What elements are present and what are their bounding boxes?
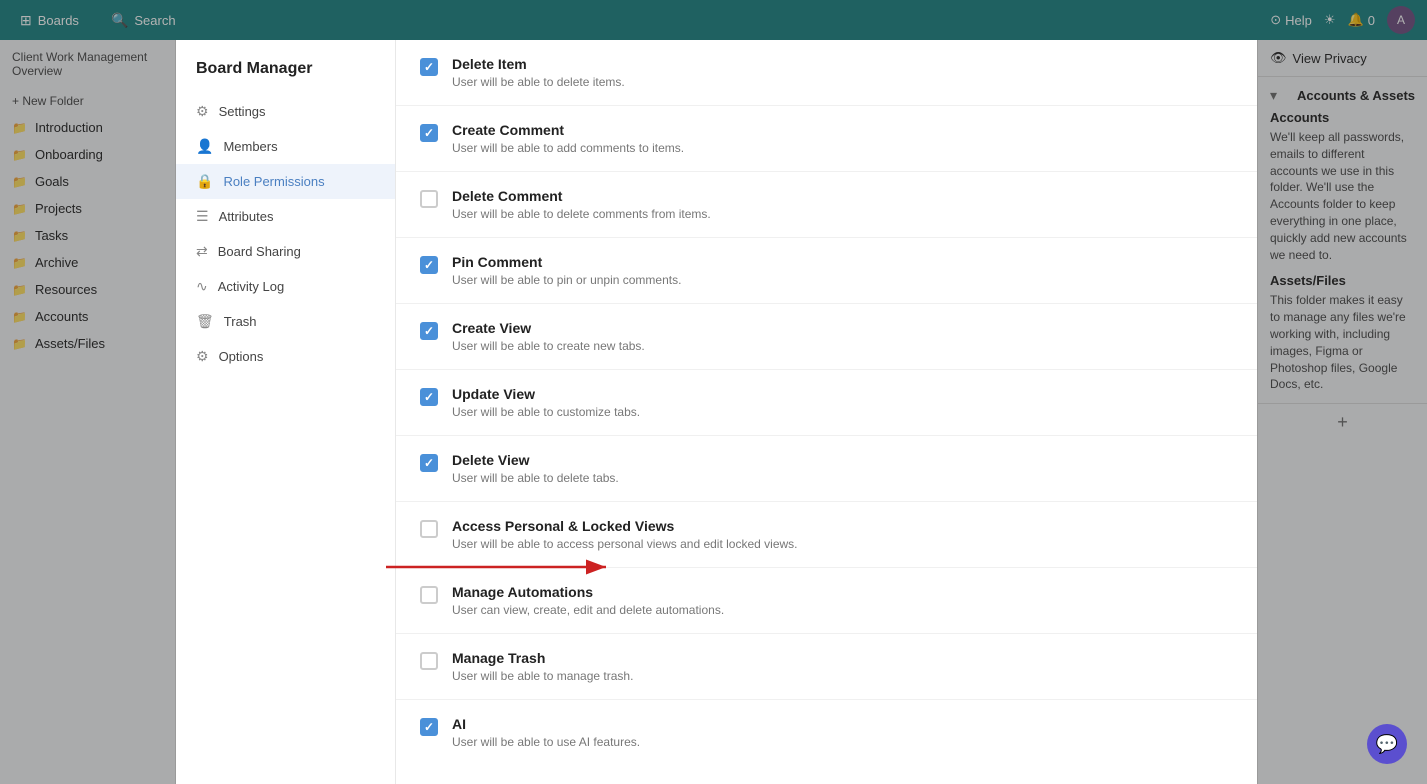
perm-info-7: Access Personal & Locked Views User will… bbox=[452, 518, 1233, 551]
perm-title-10: AI bbox=[452, 716, 1233, 732]
bm-menu-item-role-permissions[interactable]: 🔒 Role Permissions bbox=[176, 164, 395, 199]
perm-checkbox-6[interactable] bbox=[420, 454, 438, 472]
perm-title-0: Delete Item bbox=[452, 56, 1233, 72]
perm-title-1: Create Comment bbox=[452, 122, 1233, 138]
permission-row-6: Delete View User will be able to delete … bbox=[396, 436, 1257, 502]
options-icon: ⚙ bbox=[196, 348, 209, 365]
perm-info-3: Pin Comment User will be able to pin or … bbox=[452, 254, 1233, 287]
perm-checkbox-0[interactable] bbox=[420, 58, 438, 76]
perm-desc-1: User will be able to add comments to ite… bbox=[452, 141, 1233, 155]
bm-menu-label: Activity Log bbox=[218, 279, 284, 294]
chat-button[interactable]: 💬 bbox=[1367, 724, 1407, 764]
perm-desc-9: User will be able to manage trash. bbox=[452, 669, 1233, 683]
perm-desc-8: User can view, create, edit and delete a… bbox=[452, 603, 1233, 617]
board-manager-menu: ⚙ Settings 👤 Members 🔒 Role Permissions … bbox=[176, 94, 395, 374]
perm-title-8: Manage Automations bbox=[452, 584, 1233, 600]
perm-info-5: Update View User will be able to customi… bbox=[452, 386, 1233, 419]
perm-title-5: Update View bbox=[452, 386, 1233, 402]
perm-desc-3: User will be able to pin or unpin commen… bbox=[452, 273, 1233, 287]
perm-checkbox-7[interactable] bbox=[420, 520, 438, 538]
perm-checkbox-1[interactable] bbox=[420, 124, 438, 142]
bm-menu-item-board-sharing[interactable]: ⇄ Board Sharing bbox=[176, 234, 395, 269]
bm-menu-item-trash[interactable]: 🗑 Trash bbox=[176, 304, 395, 339]
bm-menu-label: Role Permissions bbox=[223, 174, 324, 189]
bm-menu-item-attributes[interactable]: ☰ Attributes bbox=[176, 199, 395, 234]
permission-row-5: Update View User will be able to customi… bbox=[396, 370, 1257, 436]
perm-checkbox-3[interactable] bbox=[420, 256, 438, 274]
perm-checkbox-10[interactable] bbox=[420, 718, 438, 736]
activity-log-icon: ∿ bbox=[196, 278, 208, 295]
board-manager-title: Board Manager bbox=[176, 60, 395, 94]
perm-info-4: Create View User will be able to create … bbox=[452, 320, 1233, 353]
bm-menu-item-members[interactable]: 👤 Members bbox=[176, 129, 395, 164]
board-sharing-icon: ⇄ bbox=[196, 243, 208, 260]
permission-row-8: Manage Automations User can view, create… bbox=[396, 568, 1257, 634]
perm-title-6: Delete View bbox=[452, 452, 1233, 468]
perm-info-10: AI User will be able to use AI features. bbox=[452, 716, 1233, 749]
perm-title-7: Access Personal & Locked Views bbox=[452, 518, 1233, 534]
perm-desc-0: User will be able to delete items. bbox=[452, 75, 1233, 89]
perm-desc-4: User will be able to create new tabs. bbox=[452, 339, 1233, 353]
bm-menu-label: Members bbox=[223, 139, 277, 154]
permission-row-10: AI User will be able to use AI features. bbox=[396, 700, 1257, 765]
permission-row-1: Create Comment User will be able to add … bbox=[396, 106, 1257, 172]
perm-desc-10: User will be able to use AI features. bbox=[452, 735, 1233, 749]
perm-checkbox-8[interactable] bbox=[420, 586, 438, 604]
perm-info-6: Delete View User will be able to delete … bbox=[452, 452, 1233, 485]
permission-row-0: Delete Item User will be able to delete … bbox=[396, 40, 1257, 106]
perm-title-3: Pin Comment bbox=[452, 254, 1233, 270]
perm-title-2: Delete Comment bbox=[452, 188, 1233, 204]
board-manager-sidebar: Board Manager ⚙ Settings 👤 Members 🔒 Rol… bbox=[176, 40, 396, 784]
attributes-icon: ☰ bbox=[196, 208, 209, 225]
perm-desc-5: User will be able to customize tabs. bbox=[452, 405, 1233, 419]
permissions-list: Delete Item User will be able to delete … bbox=[396, 40, 1257, 765]
bm-menu-label: Board Sharing bbox=[218, 244, 301, 259]
perm-title-4: Create View bbox=[452, 320, 1233, 336]
perm-checkbox-5[interactable] bbox=[420, 388, 438, 406]
perm-desc-2: User will be able to delete comments fro… bbox=[452, 207, 1233, 221]
chat-icon: 💬 bbox=[1376, 734, 1398, 755]
perm-info-0: Delete Item User will be able to delete … bbox=[452, 56, 1233, 89]
permission-row-3: Pin Comment User will be able to pin or … bbox=[396, 238, 1257, 304]
trash-icon: 🗑 bbox=[196, 313, 214, 330]
perm-info-8: Manage Automations User can view, create… bbox=[452, 584, 1233, 617]
bm-menu-label: Trash bbox=[224, 314, 257, 329]
perm-desc-7: User will be able to access personal vie… bbox=[452, 537, 1233, 551]
perm-title-9: Manage Trash bbox=[452, 650, 1233, 666]
perm-checkbox-9[interactable] bbox=[420, 652, 438, 670]
perm-desc-6: User will be able to delete tabs. bbox=[452, 471, 1233, 485]
bm-menu-item-options[interactable]: ⚙ Options bbox=[176, 339, 395, 374]
bm-menu-item-activity-log[interactable]: ∿ Activity Log bbox=[176, 269, 395, 304]
perm-info-9: Manage Trash User will be able to manage… bbox=[452, 650, 1233, 683]
bm-menu-label: Attributes bbox=[219, 209, 274, 224]
perm-checkbox-4[interactable] bbox=[420, 322, 438, 340]
permission-row-2: Delete Comment User will be able to dele… bbox=[396, 172, 1257, 238]
perm-info-1: Create Comment User will be able to add … bbox=[452, 122, 1233, 155]
permission-row-7: Access Personal & Locked Views User will… bbox=[396, 502, 1257, 568]
permissions-area: Delete Item User will be able to delete … bbox=[396, 40, 1257, 784]
settings-icon: ⚙ bbox=[196, 103, 209, 120]
bm-menu-item-settings[interactable]: ⚙ Settings bbox=[176, 94, 395, 129]
perm-info-2: Delete Comment User will be able to dele… bbox=[452, 188, 1233, 221]
board-manager-modal: Board Manager ⚙ Settings 👤 Members 🔒 Rol… bbox=[176, 40, 1257, 784]
perm-checkbox-2[interactable] bbox=[420, 190, 438, 208]
permission-row-4: Create View User will be able to create … bbox=[396, 304, 1257, 370]
members-icon: 👤 bbox=[196, 138, 213, 155]
bm-menu-label: Options bbox=[219, 349, 264, 364]
permission-row-9: Manage Trash User will be able to manage… bbox=[396, 634, 1257, 700]
bm-menu-label: Settings bbox=[219, 104, 266, 119]
role-permissions-icon: 🔒 bbox=[196, 173, 213, 190]
